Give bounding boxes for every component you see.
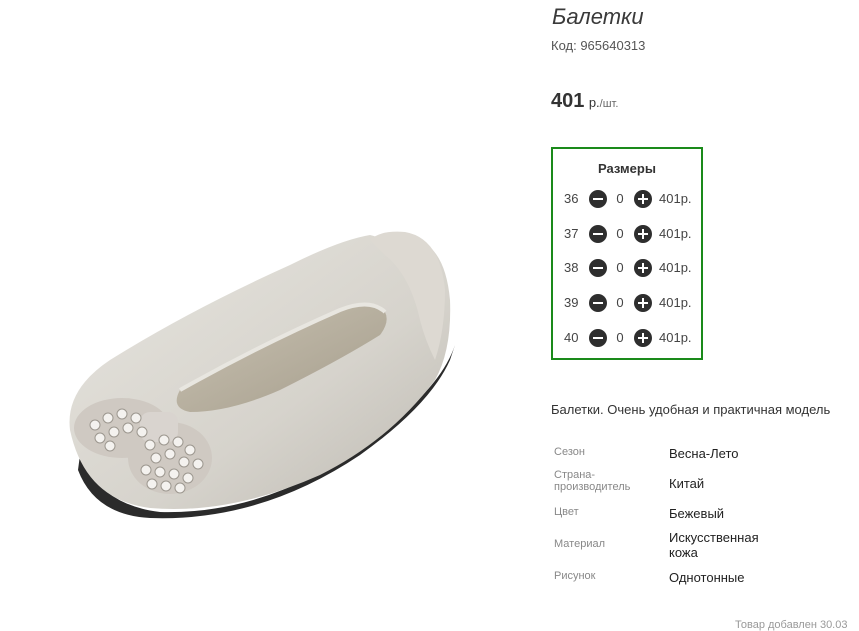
property-value: Однотонные (669, 570, 745, 585)
size-label: 38 (564, 260, 579, 275)
minus-icon[interactable] (589, 294, 607, 312)
price-currency: р. (588, 95, 600, 110)
size-price: 401р. (659, 191, 692, 206)
property-value: Китай (669, 476, 705, 491)
sizes-title: Размеры (598, 161, 656, 176)
property-value: Бежевый (669, 506, 725, 521)
property-key: Цвет (554, 506, 579, 518)
added-date: Товар добавлен 30.03 (735, 619, 848, 631)
plus-icon[interactable] (634, 259, 652, 277)
size-label: 40 (564, 330, 579, 345)
property-value: Искусственная кожа (669, 530, 759, 560)
product-description: Балетки. Очень удобная и практичная моде… (551, 402, 831, 417)
price: 401 р./шт. (551, 90, 618, 113)
property-key: Материал (554, 538, 605, 550)
minus-icon[interactable] (589, 225, 607, 243)
size-price: 401р. (659, 226, 692, 241)
product-title: Балетки (552, 4, 644, 29)
size-row: 37 0 401р. (553, 224, 703, 244)
product-photo[interactable] (40, 60, 520, 560)
minus-icon[interactable] (589, 259, 607, 277)
size-price: 401р. (659, 330, 692, 345)
plus-icon[interactable] (634, 190, 652, 208)
size-quantity: 0 (616, 226, 624, 241)
property-key: Сезон (554, 446, 585, 458)
property-key: Рисунок (554, 570, 596, 582)
size-price: 401р. (659, 260, 692, 275)
size-label: 39 (564, 295, 579, 310)
plus-icon[interactable] (634, 329, 652, 347)
plus-icon[interactable] (634, 294, 652, 312)
price-per-unit: /шт. (599, 98, 619, 110)
plus-icon[interactable] (634, 225, 652, 243)
product-code: Код: 965640313 (551, 38, 646, 53)
minus-icon[interactable] (589, 190, 607, 208)
size-price: 401р. (659, 295, 692, 310)
size-quantity: 0 (616, 295, 624, 310)
size-row: 40 0 401р. (553, 328, 703, 348)
size-quantity: 0 (616, 191, 624, 206)
minus-icon[interactable] (589, 329, 607, 347)
price-value: 401 (551, 90, 585, 112)
size-row: 39 0 401р. (553, 293, 703, 313)
size-label: 36 (564, 191, 579, 206)
size-label: 37 (564, 226, 579, 241)
size-quantity: 0 (616, 330, 624, 345)
size-row: 38 0 401р. (553, 258, 703, 278)
property-value: Весна-Лето (669, 446, 739, 461)
property-key: Страна- производитель (554, 469, 631, 493)
size-quantity: 0 (616, 260, 624, 275)
ballet-flat-image (69, 231, 455, 519)
size-row: 36 0 401р. (553, 189, 703, 209)
sizes-panel: Размеры 36 0 401р. 37 0 401р. 38 0 401р.… (551, 147, 703, 360)
